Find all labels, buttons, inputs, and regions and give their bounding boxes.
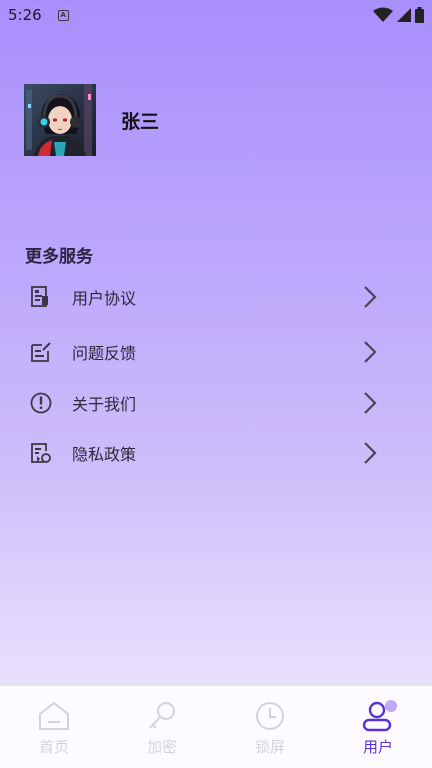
signal-icon [397,8,411,22]
menu-item-label: 隐私政策 [72,445,137,464]
nav-label: 锁屏 [254,738,285,756]
nav-label: 用户 [362,738,393,756]
menu-item-label: 问题反馈 [72,344,137,363]
status-indicators [373,7,424,23]
chevron-right-icon [364,442,377,464]
key-icon [149,702,175,729]
home-icon [39,701,69,730]
chevron-right-icon [364,286,377,308]
profile-header[interactable]: 张三 [24,84,159,156]
chevron-right-icon [364,392,377,414]
user-icon [361,700,397,732]
nav-tab-home[interactable]: 首页 [0,686,108,768]
nav-label: 首页 [38,738,69,756]
notification-dot [385,700,397,712]
battery-icon [415,7,424,23]
avatar[interactable] [24,84,96,156]
chevron-right-icon [364,341,377,363]
nav-tab-user[interactable]: 用户 [324,686,432,768]
username: 张三 [121,110,160,133]
wifi-icon [373,7,393,22]
nav-tab-encrypt[interactable]: 加密 [108,686,216,768]
privacy-icon [31,443,51,463]
clock-icon [256,702,284,730]
feedback-icon [31,342,51,362]
a-notification-icon: A [57,9,69,21]
info-icon [30,392,52,414]
menu-item-label: 用户协议 [72,289,137,308]
section-title: 更多服务 [25,247,93,267]
menu-item-label: 关于我们 [72,395,137,414]
menu-item-feedback[interactable]: 问题反馈 [0,332,432,372]
menu-item-about-us[interactable]: 关于我们 [0,383,432,423]
nav-tab-lockscreen[interactable]: 锁屏 [216,686,324,768]
status-bar: 5:26 A [0,0,432,30]
menu-item-user-agreement[interactable]: 用户协议 [0,277,432,317]
status-time: 5:26 [8,6,42,24]
bottom-nav: 首页 加密 锁屏 用户 [0,683,432,768]
nav-label: 加密 [146,738,177,756]
menu-item-privacy-policy[interactable]: 隐私政策 [0,433,432,473]
agreement-icon [31,286,48,307]
